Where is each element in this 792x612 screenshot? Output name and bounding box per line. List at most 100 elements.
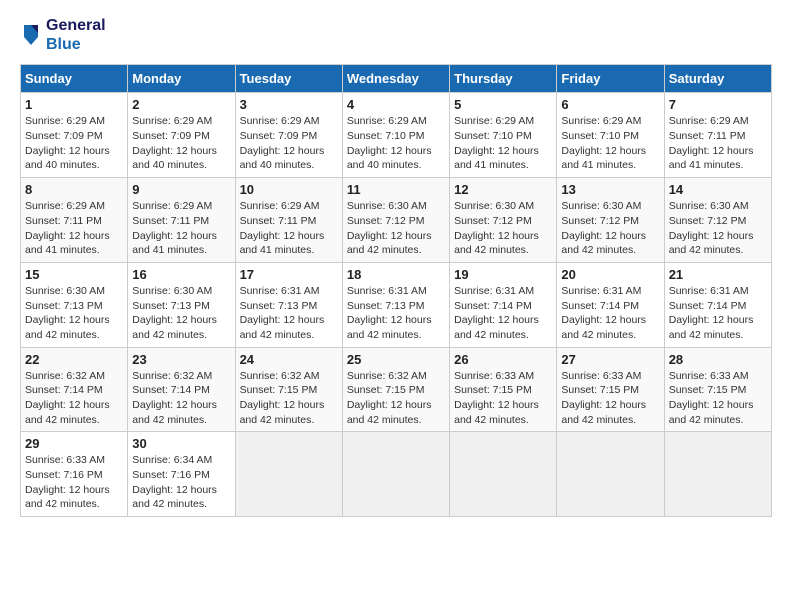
calendar-cell: 12 Sunrise: 6:30 AM Sunset: 7:12 PM Dayli… (450, 178, 557, 263)
day-info: Sunrise: 6:29 AM Sunset: 7:09 PM Dayligh… (132, 114, 230, 173)
col-header-friday: Friday (557, 65, 664, 93)
day-number: 16 (132, 267, 230, 282)
day-info: Sunrise: 6:33 AM Sunset: 7:15 PM Dayligh… (669, 369, 767, 428)
day-info: Sunrise: 6:31 AM Sunset: 7:13 PM Dayligh… (240, 284, 338, 343)
day-info: Sunrise: 6:34 AM Sunset: 7:16 PM Dayligh… (132, 453, 230, 512)
day-info: Sunrise: 6:32 AM Sunset: 7:14 PM Dayligh… (132, 369, 230, 428)
day-info: Sunrise: 6:29 AM Sunset: 7:09 PM Dayligh… (25, 114, 123, 173)
day-info: Sunrise: 6:30 AM Sunset: 7:13 PM Dayligh… (132, 284, 230, 343)
day-number: 25 (347, 352, 445, 367)
day-info: Sunrise: 6:30 AM Sunset: 7:12 PM Dayligh… (669, 199, 767, 258)
day-number: 11 (347, 182, 445, 197)
day-number: 14 (669, 182, 767, 197)
logo-text: General Blue (46, 16, 106, 54)
day-number: 9 (132, 182, 230, 197)
calendar-cell (342, 432, 449, 517)
day-number: 15 (25, 267, 123, 282)
day-info: Sunrise: 6:31 AM Sunset: 7:14 PM Dayligh… (561, 284, 659, 343)
day-info: Sunrise: 6:33 AM Sunset: 7:15 PM Dayligh… (561, 369, 659, 428)
day-info: Sunrise: 6:29 AM Sunset: 7:09 PM Dayligh… (240, 114, 338, 173)
day-number: 12 (454, 182, 552, 197)
day-number: 30 (132, 436, 230, 451)
day-info: Sunrise: 6:29 AM Sunset: 7:11 PM Dayligh… (669, 114, 767, 173)
calendar-cell: 22Sunrise: 6:32 AM Sunset: 7:14 PM Dayli… (21, 347, 128, 432)
day-number: 24 (240, 352, 338, 367)
calendar-cell: 13 Sunrise: 6:30 AM Sunset: 7:12 PM Dayli… (557, 178, 664, 263)
calendar-cell: 20 Sunrise: 6:31 AM Sunset: 7:14 PM Dayli… (557, 262, 664, 347)
day-info: Sunrise: 6:30 AM Sunset: 7:13 PM Dayligh… (25, 284, 123, 343)
calendar-cell: 10 Sunrise: 6:29 AM Sunset: 7:11 PM Dayli… (235, 178, 342, 263)
day-number: 10 (240, 182, 338, 197)
day-info: Sunrise: 6:30 AM Sunset: 7:12 PM Dayligh… (347, 199, 445, 258)
day-number: 26 (454, 352, 552, 367)
day-number: 5 (454, 97, 552, 112)
page: General Blue SundayMondayTuesdayWednesda… (0, 0, 792, 612)
day-number: 3 (240, 97, 338, 112)
day-info: Sunrise: 6:29 AM Sunset: 7:10 PM Dayligh… (454, 114, 552, 173)
col-header-tuesday: Tuesday (235, 65, 342, 93)
day-info: Sunrise: 6:29 AM Sunset: 7:11 PM Dayligh… (132, 199, 230, 258)
calendar-cell: 21 Sunrise: 6:31 AM Sunset: 7:14 PM Dayli… (664, 262, 771, 347)
calendar-cell: 8 Sunrise: 6:29 AM Sunset: 7:11 PM Daylig… (21, 178, 128, 263)
day-info: Sunrise: 6:30 AM Sunset: 7:12 PM Dayligh… (561, 199, 659, 258)
calendar-cell: 6 Sunrise: 6:29 AM Sunset: 7:10 PM Daylig… (557, 93, 664, 178)
day-number: 13 (561, 182, 659, 197)
day-number: 28 (669, 352, 767, 367)
calendar-cell: 14 Sunrise: 6:30 AM Sunset: 7:12 PM Dayli… (664, 178, 771, 263)
day-info: Sunrise: 6:33 AM Sunset: 7:16 PM Dayligh… (25, 453, 123, 512)
day-info: Sunrise: 6:31 AM Sunset: 7:14 PM Dayligh… (454, 284, 552, 343)
day-info: Sunrise: 6:30 AM Sunset: 7:12 PM Dayligh… (454, 199, 552, 258)
calendar-cell: 15 Sunrise: 6:30 AM Sunset: 7:13 PM Dayli… (21, 262, 128, 347)
calendar-cell: 2 Sunrise: 6:29 AM Sunset: 7:09 PM Daylig… (128, 93, 235, 178)
calendar-cell: 25Sunrise: 6:32 AM Sunset: 7:15 PM Dayli… (342, 347, 449, 432)
col-header-sunday: Sunday (21, 65, 128, 93)
day-number: 18 (347, 267, 445, 282)
day-number: 4 (347, 97, 445, 112)
calendar-cell (557, 432, 664, 517)
col-header-monday: Monday (128, 65, 235, 93)
day-info: Sunrise: 6:29 AM Sunset: 7:10 PM Dayligh… (561, 114, 659, 173)
calendar-cell: 16 Sunrise: 6:30 AM Sunset: 7:13 PM Dayli… (128, 262, 235, 347)
calendar-cell: 24 Sunrise: 6:32 AM Sunset: 7:15 PM Dayli… (235, 347, 342, 432)
calendar-cell: 28 Sunrise: 6:33 AM Sunset: 7:15 PM Dayli… (664, 347, 771, 432)
logo: General Blue (20, 16, 106, 54)
calendar-cell: 18 Sunrise: 6:31 AM Sunset: 7:13 PM Dayli… (342, 262, 449, 347)
day-number: 7 (669, 97, 767, 112)
calendar-table: SundayMondayTuesdayWednesdayThursdayFrid… (20, 64, 772, 517)
day-info: Sunrise: 6:33 AM Sunset: 7:15 PM Dayligh… (454, 369, 552, 428)
day-number: 27 (561, 352, 659, 367)
calendar-cell: 5 Sunrise: 6:29 AM Sunset: 7:10 PM Daylig… (450, 93, 557, 178)
logo-icon (20, 21, 42, 49)
col-header-thursday: Thursday (450, 65, 557, 93)
calendar-cell: 23Sunrise: 6:32 AM Sunset: 7:14 PM Dayli… (128, 347, 235, 432)
calendar-cell: 3 Sunrise: 6:29 AM Sunset: 7:09 PM Daylig… (235, 93, 342, 178)
day-number: 21 (669, 267, 767, 282)
day-info: Sunrise: 6:29 AM Sunset: 7:11 PM Dayligh… (240, 199, 338, 258)
calendar-cell: 17 Sunrise: 6:31 AM Sunset: 7:13 PM Dayli… (235, 262, 342, 347)
day-number: 1 (25, 97, 123, 112)
day-number: 8 (25, 182, 123, 197)
day-number: 22 (25, 352, 123, 367)
day-info: Sunrise: 6:29 AM Sunset: 7:10 PM Dayligh… (347, 114, 445, 173)
day-number: 6 (561, 97, 659, 112)
col-header-wednesday: Wednesday (342, 65, 449, 93)
day-number: 20 (561, 267, 659, 282)
calendar-cell: 9 Sunrise: 6:29 AM Sunset: 7:11 PM Daylig… (128, 178, 235, 263)
day-info: Sunrise: 6:29 AM Sunset: 7:11 PM Dayligh… (25, 199, 123, 258)
day-number: 17 (240, 267, 338, 282)
calendar-cell: 19 Sunrise: 6:31 AM Sunset: 7:14 PM Dayli… (450, 262, 557, 347)
calendar-cell: 11 Sunrise: 6:30 AM Sunset: 7:12 PM Dayli… (342, 178, 449, 263)
calendar-cell: 26 Sunrise: 6:33 AM Sunset: 7:15 PM Dayli… (450, 347, 557, 432)
day-info: Sunrise: 6:32 AM Sunset: 7:15 PM Dayligh… (240, 369, 338, 428)
calendar-cell: 4 Sunrise: 6:29 AM Sunset: 7:10 PM Daylig… (342, 93, 449, 178)
day-info: Sunrise: 6:31 AM Sunset: 7:14 PM Dayligh… (669, 284, 767, 343)
col-header-saturday: Saturday (664, 65, 771, 93)
calendar-cell (664, 432, 771, 517)
day-number: 2 (132, 97, 230, 112)
day-number: 19 (454, 267, 552, 282)
calendar-cell: 29Sunrise: 6:33 AM Sunset: 7:16 PM Dayli… (21, 432, 128, 517)
day-info: Sunrise: 6:31 AM Sunset: 7:13 PM Dayligh… (347, 284, 445, 343)
calendar-cell: 1 Sunrise: 6:29 AM Sunset: 7:09 PM Daylig… (21, 93, 128, 178)
header: General Blue (20, 16, 772, 54)
calendar-cell: 7 Sunrise: 6:29 AM Sunset: 7:11 PM Daylig… (664, 93, 771, 178)
